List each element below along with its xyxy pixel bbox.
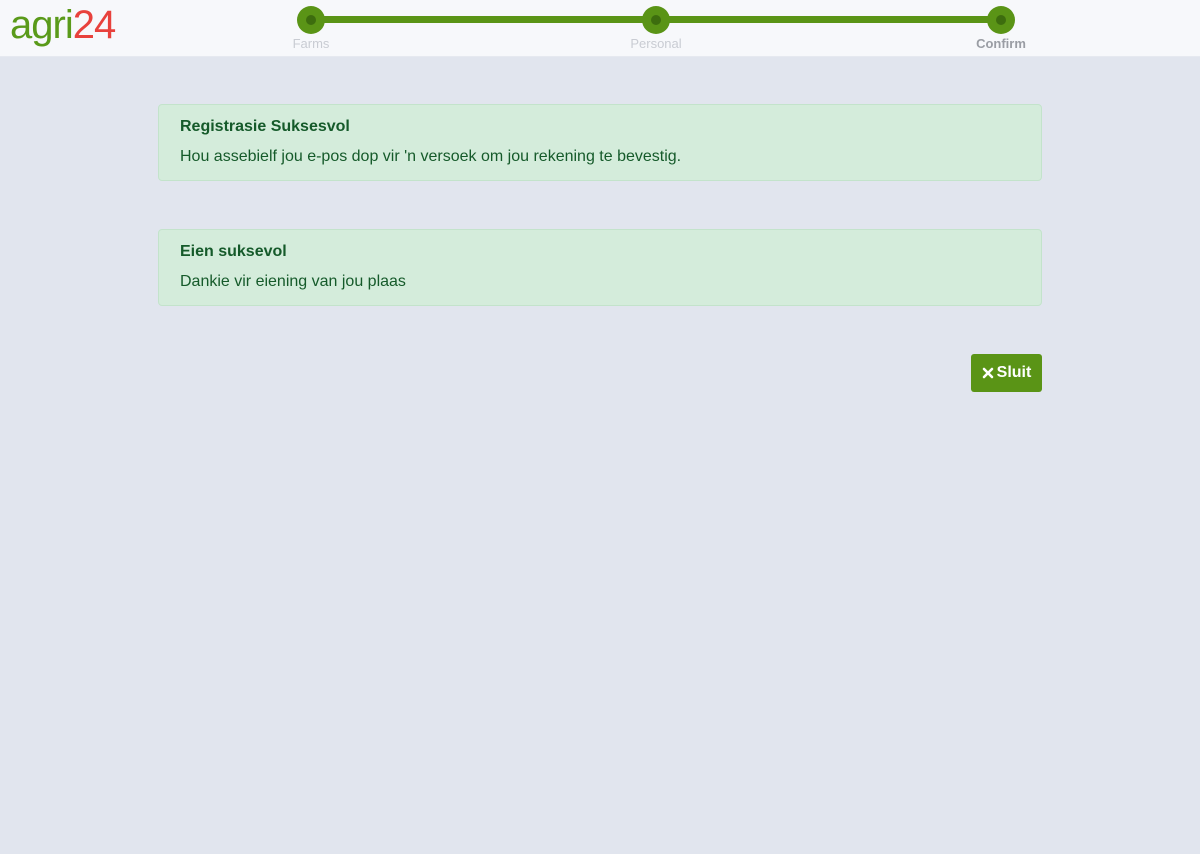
step-farms-label: Farms bbox=[292, 36, 330, 51]
top-bar: agri24 Farms Personal Confirm bbox=[0, 0, 1200, 57]
alert-title: Registrasie Suksesvol bbox=[180, 118, 350, 135]
close-button-label: Sluit bbox=[996, 364, 1032, 381]
close-icon bbox=[982, 367, 994, 379]
step-personal-label: Personal bbox=[630, 36, 682, 51]
alert-message: Hou assebielf jou e-pos dop vir 'n verso… bbox=[180, 148, 682, 165]
registration-stepper: Farms Personal Confirm bbox=[0, 0, 1200, 57]
step-confirm-dot[interactable] bbox=[987, 6, 1015, 34]
registration-success-alert: Registrasie Suksesvol Hou assebielf jou … bbox=[158, 104, 1042, 181]
step-connector-2 bbox=[656, 16, 1001, 23]
alert-title: Eien suksevol bbox=[180, 243, 287, 260]
step-farms-dot[interactable] bbox=[297, 6, 325, 34]
close-button[interactable]: Sluit bbox=[971, 354, 1042, 392]
alert-message: Dankie vir eiening van jou plaas bbox=[180, 273, 406, 290]
ownership-success-alert: Eien suksevol Dankie vir eiening van jou… bbox=[158, 229, 1042, 306]
step-confirm-label: Confirm bbox=[976, 36, 1026, 51]
step-personal-dot[interactable] bbox=[642, 6, 670, 34]
step-connector-1 bbox=[311, 16, 655, 23]
